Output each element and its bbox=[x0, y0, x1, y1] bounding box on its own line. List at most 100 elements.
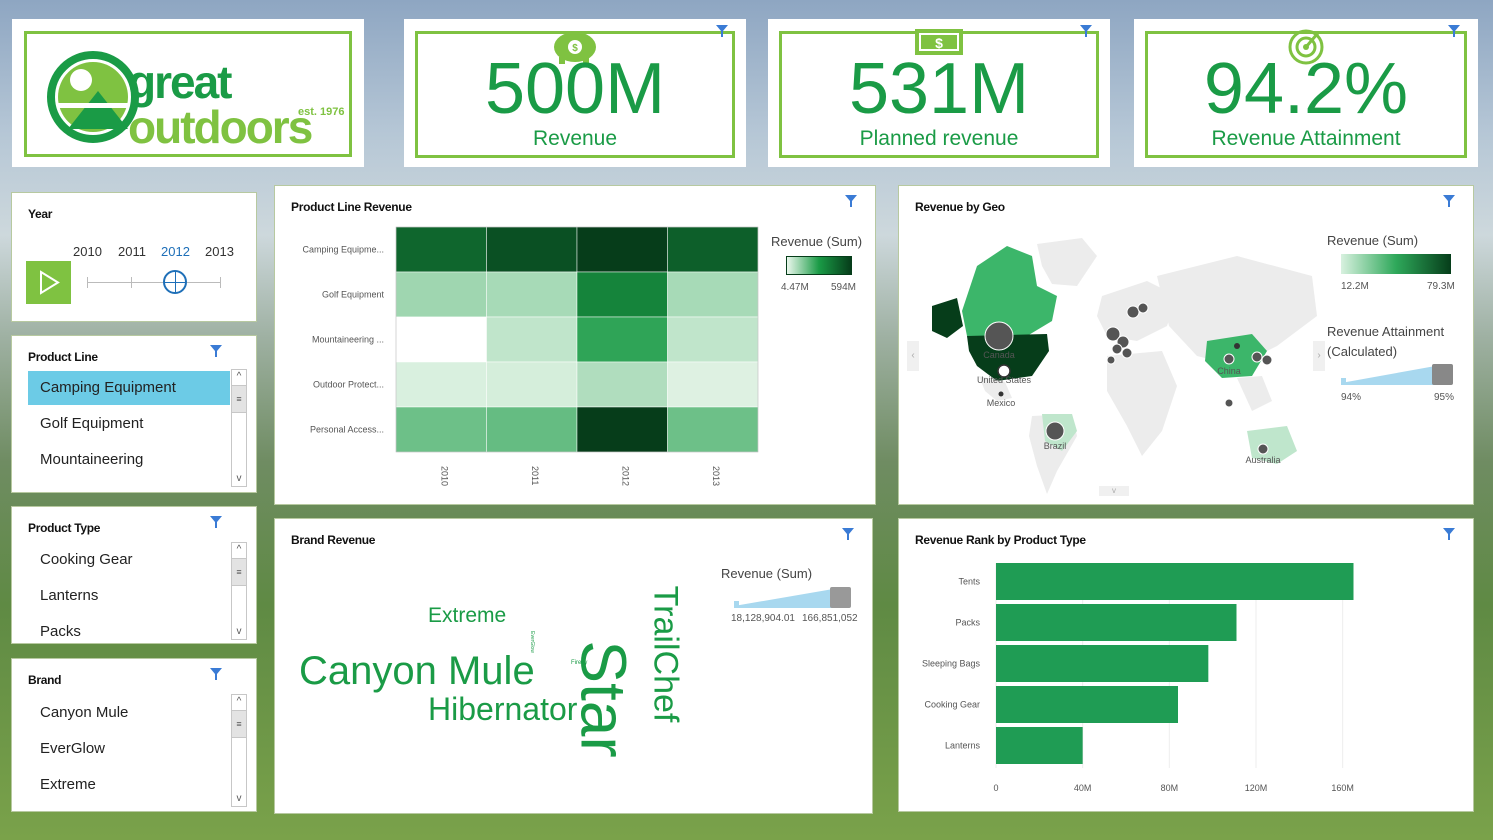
scrollbar[interactable]: ^ ≡ v bbox=[231, 369, 247, 487]
bar[interactable] bbox=[996, 727, 1083, 764]
filter-icon[interactable] bbox=[842, 528, 854, 540]
heatmap-cell[interactable] bbox=[395, 361, 487, 408]
word-firefly[interactable]: Firefly bbox=[571, 660, 587, 666]
heatmap-cell[interactable] bbox=[486, 361, 578, 408]
map-pan-right-icon[interactable]: › bbox=[1313, 341, 1325, 371]
heatmap-cell[interactable] bbox=[395, 406, 487, 453]
list-item-packs[interactable]: Packs bbox=[28, 615, 230, 643]
word-trailchef[interactable]: TrailChef bbox=[646, 586, 684, 723]
year-label-2011[interactable]: 2011 bbox=[118, 244, 146, 259]
scrollbar[interactable]: ^ ≡ v bbox=[231, 694, 247, 807]
list-item-canyon-mule[interactable]: Canyon Mule bbox=[28, 696, 230, 730]
map-bubble-japan-2[interactable] bbox=[1261, 354, 1273, 366]
filter-icon[interactable] bbox=[1448, 25, 1460, 37]
map-bubble-china[interactable] bbox=[1223, 353, 1235, 365]
list-item-mountaineering[interactable]: Mountaineering bbox=[28, 443, 230, 477]
heatmap-cell[interactable] bbox=[667, 316, 759, 363]
heatmap-cell[interactable] bbox=[486, 316, 578, 363]
bar-chart[interactable]: 0 40M 80M 120M 160M Tents Packs Sleeping Bags Co… bbox=[899, 541, 1459, 811]
heatmap-cell[interactable] bbox=[576, 406, 668, 453]
year-slider-handle[interactable] bbox=[163, 270, 187, 294]
filter-icon[interactable] bbox=[1443, 528, 1455, 540]
heatmap-cell[interactable] bbox=[667, 271, 759, 318]
heatmap-col-label: 2012 bbox=[620, 466, 630, 486]
filter-icon[interactable] bbox=[210, 668, 222, 680]
bar[interactable] bbox=[996, 563, 1354, 600]
map-bubble-china-2[interactable] bbox=[1234, 343, 1240, 349]
bar[interactable] bbox=[996, 686, 1178, 723]
filter-icon[interactable] bbox=[845, 195, 857, 207]
list-item-lanterns[interactable]: Lanterns bbox=[28, 579, 230, 613]
scroll-up-icon[interactable]: ^ bbox=[232, 370, 246, 384]
map-bubble-mexico[interactable] bbox=[998, 391, 1004, 397]
year-label-2012[interactable]: 2012 bbox=[161, 244, 190, 259]
scroll-up-icon[interactable]: ^ bbox=[232, 695, 246, 709]
heatmap-cell[interactable] bbox=[486, 226, 578, 273]
word-hibernator[interactable]: Hibernator bbox=[428, 691, 577, 728]
filter-icon[interactable] bbox=[1443, 195, 1455, 207]
map-region-se-asia[interactable] bbox=[1237, 376, 1272, 411]
list-item-golf-equipment[interactable]: Golf Equipment bbox=[28, 407, 230, 441]
heatmap-cell[interactable] bbox=[395, 316, 487, 363]
heatmap-cell[interactable] bbox=[486, 406, 578, 453]
map-bubble-scandinavia-2[interactable] bbox=[1137, 302, 1149, 314]
map-bubble-se-asia[interactable] bbox=[1225, 399, 1233, 407]
word-extreme[interactable]: Extreme bbox=[428, 604, 506, 628]
bar-category-label: Lanterns bbox=[945, 741, 981, 751]
map-bubble-brazil[interactable] bbox=[1045, 421, 1065, 441]
map-bubble-europe-5[interactable] bbox=[1106, 355, 1116, 365]
year-label-2010[interactable]: 2010 bbox=[73, 244, 102, 259]
scroll-thumb[interactable]: ≡ bbox=[232, 710, 246, 738]
heatmap-cell[interactable] bbox=[667, 226, 759, 273]
heatmap-cell[interactable] bbox=[395, 271, 487, 318]
map-pan-left-icon[interactable]: ‹ bbox=[907, 341, 919, 371]
list-item-everglow[interactable]: EverGlow bbox=[28, 732, 230, 766]
map-label-china: China bbox=[1217, 366, 1241, 376]
scroll-up-icon[interactable]: ^ bbox=[232, 543, 246, 557]
heatmap-cell[interactable] bbox=[667, 361, 759, 408]
filter-icon[interactable] bbox=[210, 345, 222, 357]
scroll-thumb[interactable]: ≡ bbox=[232, 385, 246, 413]
revenue-by-geo-card: Revenue by Geo Canada United States Mexi… bbox=[898, 185, 1474, 505]
heatmap-cell[interactable] bbox=[576, 226, 668, 273]
brand-legend-max: 166,851,052 bbox=[802, 613, 858, 624]
filter-icon[interactable] bbox=[1080, 25, 1092, 37]
list-item-cooking-gear[interactable]: Cooking Gear bbox=[28, 543, 230, 577]
heatmap-cell[interactable] bbox=[667, 406, 759, 453]
word-everglow[interactable]: EverGlow bbox=[529, 631, 535, 653]
bar[interactable] bbox=[996, 645, 1209, 682]
heatmap-cell[interactable] bbox=[576, 271, 668, 318]
scroll-down-icon[interactable]: v bbox=[232, 625, 246, 639]
map-region-africa[interactable] bbox=[1107, 351, 1177, 456]
year-slider-track[interactable] bbox=[87, 282, 221, 283]
map-bubble-japan-1[interactable] bbox=[1251, 351, 1263, 363]
filter-icon[interactable] bbox=[716, 25, 728, 37]
map-bubble-canada[interactable] bbox=[984, 321, 1014, 351]
heatmap-cell[interactable] bbox=[486, 271, 578, 318]
map-bubble-scandinavia-1[interactable] bbox=[1126, 305, 1140, 319]
scroll-down-icon[interactable]: v bbox=[232, 472, 246, 486]
bar[interactable] bbox=[996, 604, 1237, 641]
heatmap-chart[interactable]: Camping Equipme... Golf Equipment Mountain… bbox=[275, 206, 765, 506]
list-item-camping-equipment[interactable]: Camping Equipment bbox=[28, 371, 230, 405]
brand-revenue-card: Brand Revenue Canyon Mule Hibernator Ext… bbox=[274, 518, 873, 814]
list-item-extreme[interactable]: Extreme bbox=[28, 768, 230, 802]
heatmap-cell[interactable] bbox=[576, 361, 668, 408]
word-star[interactable]: Star bbox=[568, 640, 640, 757]
map-bubble-australia[interactable] bbox=[1257, 443, 1269, 455]
scroll-thumb[interactable]: ≡ bbox=[232, 558, 246, 586]
map-pan-down-icon[interactable]: v bbox=[1099, 486, 1129, 496]
heatmap-cell[interactable] bbox=[395, 226, 487, 273]
map-bubble-europe-3[interactable] bbox=[1111, 343, 1123, 355]
map-region-alaska[interactable] bbox=[932, 298, 963, 338]
scroll-down-icon[interactable]: v bbox=[232, 792, 246, 806]
play-button[interactable] bbox=[26, 261, 71, 304]
heatmap-cell[interactable] bbox=[576, 316, 668, 363]
filter-icon[interactable] bbox=[210, 516, 222, 528]
word-canyon-mule[interactable]: Canyon Mule bbox=[299, 649, 535, 694]
year-label-2013[interactable]: 2013 bbox=[205, 244, 234, 259]
map-bubble-europe-4[interactable] bbox=[1121, 347, 1133, 359]
world-map[interactable]: Canada United States Mexico Brazil China… bbox=[907, 226, 1327, 496]
scrollbar[interactable]: ^ ≡ v bbox=[231, 542, 247, 640]
bar-x-tick: 80M bbox=[1161, 783, 1179, 793]
